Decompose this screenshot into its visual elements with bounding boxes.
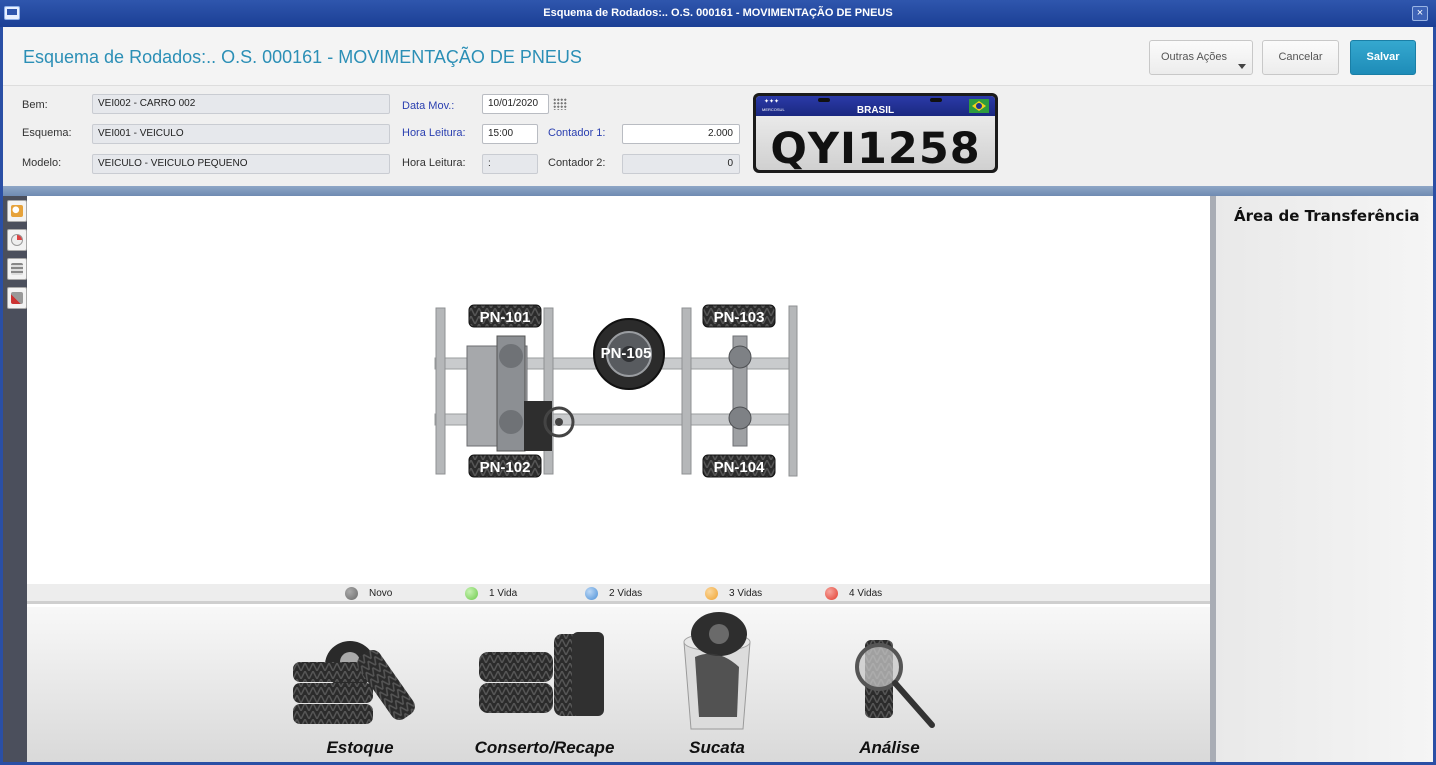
tire-label: PN-104: [714, 459, 766, 476]
analise-dropzone[interactable]: Análise: [837, 607, 942, 762]
tire-stack-icon: [293, 641, 415, 724]
modelo-label: Modelo:: [22, 157, 62, 169]
data-mov-field[interactable]: 10/01/2020: [482, 94, 549, 114]
legend-label: 2 Vidas: [609, 588, 643, 599]
contador-2-label: Contador 2:: [548, 157, 606, 169]
destination-panel: Estoque Conserto/Recape Sucata Análise: [27, 607, 1210, 762]
tire-repair-icon: [479, 632, 604, 716]
tire-pn104[interactable]: PN-104: [702, 454, 776, 478]
window-title: Esquema de Rodados:.. O.S. 000161 - MOVI…: [543, 7, 893, 19]
legend-label: 3 Vidas: [729, 588, 763, 599]
trash-bin-icon: [683, 612, 751, 730]
side-toolbar: [3, 196, 27, 762]
esquema-label: Esquema:: [22, 127, 72, 139]
gauge-icon[interactable]: [7, 229, 27, 251]
bem-field[interactable]: VEI002 - CARRO 002: [92, 94, 390, 114]
legend-item: 4 Vidas: [825, 587, 882, 601]
legend-item: 3 Vidas: [705, 587, 762, 601]
plate-country: BRASIL: [856, 105, 895, 116]
tire-label: PN-101: [480, 309, 531, 326]
page-header: Esquema de Rodados:.. O.S. 000161 - MOVI…: [3, 27, 1433, 86]
stack-icon[interactable]: [7, 258, 27, 280]
form-area: Bem: VEI002 - CARRO 002 Esquema: VEI001 …: [3, 86, 1433, 186]
legend-item: Novo: [345, 587, 392, 601]
hora-leitura-2-field[interactable]: :: [482, 154, 538, 174]
legend-label: Novo: [369, 588, 393, 599]
contador-1-label: Contador 1:: [548, 127, 606, 139]
license-plate: ✦✦✦ MERCOSUL BRASIL QYI1258: [753, 93, 998, 173]
tire-pn103[interactable]: PN-103: [702, 304, 776, 328]
estoque-label: Estoque: [326, 738, 394, 757]
tire-pn102[interactable]: PN-102: [468, 454, 542, 478]
magnifier-icon: [855, 640, 935, 728]
data-mov-label: Data Mov.:: [402, 100, 455, 112]
legend-label: 4 Vidas: [849, 588, 883, 599]
legend-item: 1 Vida: [465, 587, 517, 601]
other-actions-button[interactable]: Outras Ações: [1149, 40, 1253, 75]
transfer-area-title: Área de Transferência: [1234, 207, 1420, 225]
legend-item: 2 Vidas: [585, 587, 642, 601]
calendar-icon[interactable]: [553, 98, 567, 110]
hora-leitura-2-label: Hora Leitura:: [402, 157, 466, 169]
esquema-field[interactable]: VEI001 - VEICULO: [92, 124, 390, 144]
conserto-recape-dropzone[interactable]: Conserto/Recape: [462, 607, 627, 762]
other-actions-label: Outras Ações: [1161, 51, 1228, 63]
legend-dot: [345, 587, 358, 600]
window-titlebar: Esquema de Rodados:.. O.S. 000161 - MOVI…: [0, 0, 1436, 27]
search-doc-icon[interactable]: [7, 200, 27, 222]
cancel-button[interactable]: Cancelar: [1262, 40, 1339, 75]
hora-leitura-1-field[interactable]: 15:00: [482, 124, 538, 144]
bem-label: Bem:: [22, 99, 48, 111]
legend-dot: [465, 587, 478, 600]
contador-1-field[interactable]: 2.000: [622, 124, 740, 144]
tire-pn105-spare[interactable]: PN-105: [593, 318, 665, 390]
legend-dot: [705, 587, 718, 600]
chassis-diagram: PN-101 PN-102 PN-103 PN-104 PN-105: [434, 304, 798, 478]
sucata-label: Sucata: [689, 738, 745, 757]
legend-label: 1 Vida: [489, 588, 518, 599]
sucata-dropzone[interactable]: Sucata: [667, 607, 767, 762]
chassis-canvas: PN-101 PN-102 PN-103 PN-104 PN-105: [27, 196, 1210, 584]
tire-label: PN-102: [480, 459, 531, 476]
plate-band: ✦✦✦ MERCOSUL BRASIL: [756, 96, 995, 116]
close-icon[interactable]: ×: [1412, 6, 1428, 21]
stars-icon: ✦✦✦: [764, 99, 780, 105]
tire-label: PN-105: [601, 345, 652, 362]
brazil-flag-icon: [969, 99, 989, 113]
conserto-label: Conserto/Recape: [474, 738, 615, 757]
contador-2-field[interactable]: 0: [622, 154, 740, 174]
legend-dot: [585, 587, 598, 600]
estoque-dropzone[interactable]: Estoque: [285, 607, 435, 762]
tire-label: PN-103: [714, 309, 765, 326]
modelo-field[interactable]: VEICULO - VEICULO PEQUENO: [92, 154, 390, 174]
separator-bar: [3, 186, 1433, 196]
transfer-area[interactable]: Área de Transferência: [1216, 196, 1433, 762]
analise-label: Análise: [859, 738, 920, 757]
tire-life-legend: Novo 1 Vida 2 Vidas 3 Vidas 4 Vidas: [27, 584, 1210, 604]
tool-icon[interactable]: [7, 287, 27, 309]
chevron-down-icon: [1238, 64, 1246, 69]
hora-leitura-1-label: Hora Leitura:: [402, 127, 466, 139]
plate-number: QYI1258: [770, 124, 981, 170]
save-button[interactable]: Salvar: [1350, 40, 1416, 75]
page-title: Esquema de Rodados:.. O.S. 000161 - MOVI…: [23, 47, 582, 67]
legend-dot: [825, 587, 838, 600]
tire-pn101[interactable]: PN-101: [468, 304, 542, 328]
